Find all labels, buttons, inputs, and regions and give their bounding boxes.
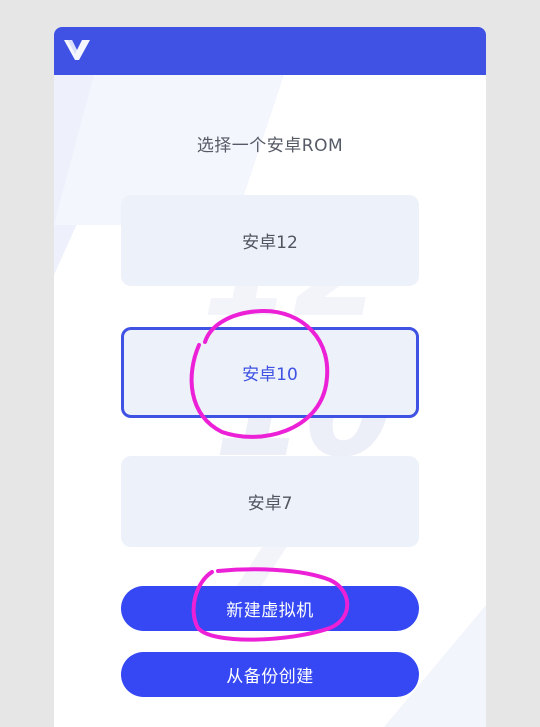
app-header <box>54 27 486 75</box>
rom-option-android-12[interactable]: 安卓12 <box>121 195 419 286</box>
page-title: 选择一个安卓ROM <box>196 136 344 156</box>
rom-option-android-10[interactable]: 安卓10 <box>121 327 419 418</box>
rom-option-label: 安卓7 <box>247 494 293 514</box>
restore-from-backup-label: 从备份创建 <box>226 667 314 687</box>
rom-option-android-7[interactable]: 安卓7 <box>121 456 419 547</box>
create-vm-label: 新建虚拟机 <box>226 601 314 621</box>
v-logo-icon <box>64 40 90 60</box>
create-vm-button[interactable]: 新建虚拟机 <box>121 586 419 631</box>
rom-option-label: 安卓12 <box>242 233 298 253</box>
restore-from-backup-button[interactable]: 从备份创建 <box>121 652 419 697</box>
rom-option-label: 安卓10 <box>242 365 298 385</box>
main-panel: 12 10 7 选择一个安卓ROM 安卓12 安卓10 安卓7 新建虚拟机 从备… <box>54 27 486 727</box>
